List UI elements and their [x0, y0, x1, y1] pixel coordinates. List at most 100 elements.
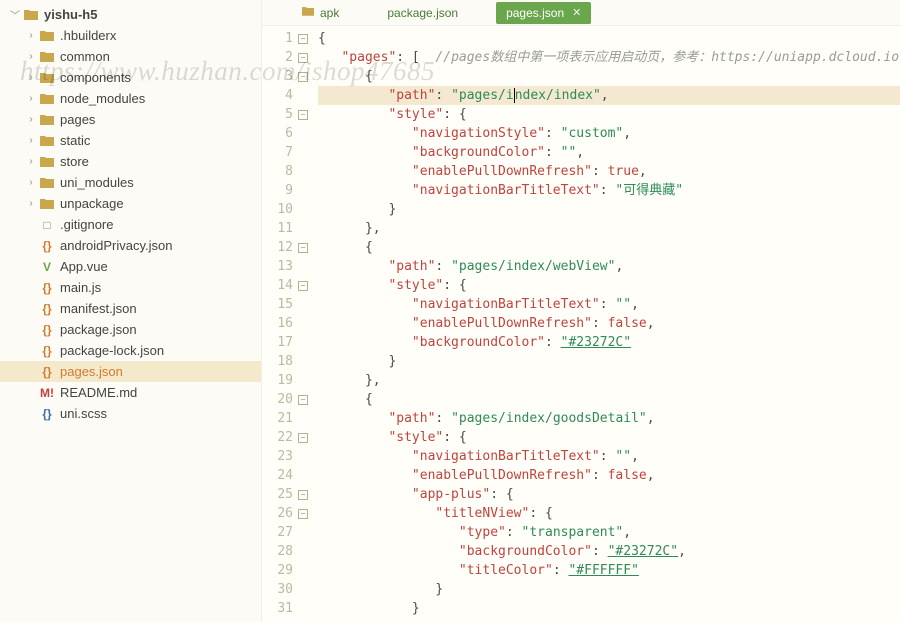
code-line[interactable]: }	[318, 599, 900, 618]
line-number: 19	[277, 371, 293, 390]
line-number: 31	[277, 599, 293, 618]
fold-icon[interactable]: −	[298, 433, 308, 443]
editor-tab[interactable]: apk	[292, 2, 349, 24]
line-number: 2	[285, 48, 293, 67]
tree-file-item[interactable]: VApp.vue	[0, 256, 261, 277]
code-line[interactable]: "backgroundColor": "#23272C"	[318, 333, 900, 352]
tree-file-item[interactable]: M!README.md	[0, 382, 261, 403]
tree-folder-item[interactable]: ›components	[0, 67, 261, 88]
tree-file-item[interactable]: {}package-lock.json	[0, 340, 261, 361]
code-line[interactable]: "app-plus": {	[318, 485, 900, 504]
code-line[interactable]: "enablePullDownRefresh": false,	[318, 466, 900, 485]
tree-folder-item[interactable]: ›common	[0, 46, 261, 67]
code-area[interactable]: 1−2−3−45−6789101112−1314−151617181920−21…	[262, 26, 900, 622]
fold-icon[interactable]: −	[298, 34, 308, 44]
tree-file-item[interactable]: {}pages.json	[0, 361, 261, 382]
tree-file-item[interactable]: {}package.json	[0, 319, 261, 340]
tree-folder-item[interactable]: ›pages	[0, 109, 261, 130]
gutter-row: 10	[262, 200, 308, 219]
tree-file-item[interactable]: {}manifest.json	[0, 298, 261, 319]
folder-icon	[39, 70, 55, 86]
tree-file-item[interactable]: {}uni.scss	[0, 403, 261, 424]
gutter-row: 29	[262, 561, 308, 580]
code-line[interactable]: "navigationBarTitleText": "可得典藏"	[318, 181, 900, 200]
line-number: 5	[285, 105, 293, 124]
editor-tabs: apk package.json pages.json ✕	[262, 0, 900, 26]
code-line[interactable]: {	[318, 29, 900, 48]
code-line[interactable]: "enablePullDownRefresh": true,	[318, 162, 900, 181]
folder-icon	[39, 133, 55, 149]
gutter-row: 8	[262, 162, 308, 181]
code-line[interactable]: },	[318, 371, 900, 390]
fold-icon[interactable]: −	[298, 110, 308, 120]
fold-icon[interactable]: −	[298, 281, 308, 291]
code-line[interactable]: {	[318, 238, 900, 257]
tree-item-label: components	[60, 70, 131, 85]
fold-icon[interactable]: −	[298, 395, 308, 405]
tree-file-item[interactable]: □.gitignore	[0, 214, 261, 235]
fold-icon[interactable]: −	[298, 72, 308, 82]
chevron-right-icon: ›	[26, 135, 36, 146]
fold-icon[interactable]: −	[298, 243, 308, 253]
editor-tab[interactable]: package.json	[377, 2, 468, 24]
code-line[interactable]: "path": "pages/index/webView",	[318, 257, 900, 276]
code-line[interactable]: "titleNView": {	[318, 504, 900, 523]
line-number: 17	[277, 333, 293, 352]
gutter-row: 7	[262, 143, 308, 162]
code-line[interactable]: {	[318, 390, 900, 409]
tree-file-item[interactable]: {} main.js	[0, 277, 261, 298]
editor-tab[interactable]: pages.json ✕	[496, 2, 591, 24]
tree-folder-item[interactable]: ›uni_modules	[0, 172, 261, 193]
code-line[interactable]: {	[318, 67, 900, 86]
code-line[interactable]: "titleColor": "#FFFFFF"	[318, 561, 900, 580]
tree-folder-item[interactable]: ›unpackage	[0, 193, 261, 214]
code-line[interactable]: "path": "pages/index/index",	[318, 86, 900, 105]
line-number: 7	[285, 143, 293, 162]
line-number: 30	[277, 580, 293, 599]
code-line[interactable]: "style": {	[318, 105, 900, 124]
code-line[interactable]: "navigationStyle": "custom",	[318, 124, 900, 143]
tree-item-label: App.vue	[60, 259, 108, 274]
code-line[interactable]: "type": "transparent",	[318, 523, 900, 542]
file-icon: {}	[39, 364, 55, 380]
code-line[interactable]: "backgroundColor": "#23272C",	[318, 542, 900, 561]
file-icon: {}	[39, 406, 55, 422]
tree-folder-item[interactable]: ›node_modules	[0, 88, 261, 109]
project-name: yishu-h5	[44, 7, 97, 22]
fold-icon[interactable]: −	[298, 509, 308, 519]
gutter-row: 26−	[262, 504, 308, 523]
gutter-row: 5−	[262, 105, 308, 124]
code-line[interactable]: "navigationBarTitleText": "",	[318, 295, 900, 314]
tree-folder-item[interactable]: ›.hbuilderx	[0, 25, 261, 46]
code-line[interactable]: "style": {	[318, 428, 900, 447]
tree-root-item[interactable]: ﹀ yishu-h5	[0, 4, 261, 25]
fold-icon[interactable]: −	[298, 53, 308, 63]
gutter-row: 4	[262, 86, 308, 105]
code-content[interactable]: { "pages": [ //pages数组中第一项表示应用启动页，参考：htt…	[312, 26, 900, 622]
line-number: 21	[277, 409, 293, 428]
code-line[interactable]: }	[318, 580, 900, 599]
tree-folder-item[interactable]: ›store	[0, 151, 261, 172]
tree-folder-item[interactable]: ›static	[0, 130, 261, 151]
code-line[interactable]: }	[318, 200, 900, 219]
gutter-row: 27	[262, 523, 308, 542]
chevron-right-icon: ›	[26, 93, 36, 104]
line-number: 10	[277, 200, 293, 219]
code-line[interactable]: "backgroundColor": "",	[318, 143, 900, 162]
tree-file-item[interactable]: {}androidPrivacy.json	[0, 235, 261, 256]
code-line[interactable]: "pages": [ //pages数组中第一项表示应用启动页，参考：https…	[318, 48, 900, 67]
fold-icon[interactable]: −	[298, 490, 308, 500]
code-line[interactable]: "path": "pages/index/goodsDetail",	[318, 409, 900, 428]
code-line[interactable]: "style": {	[318, 276, 900, 295]
tree-item-label: main.js	[60, 280, 101, 295]
code-line[interactable]: }	[318, 352, 900, 371]
line-number: 29	[277, 561, 293, 580]
tab-label: pages.json	[506, 6, 564, 20]
code-line[interactable]: "navigationBarTitleText": "",	[318, 447, 900, 466]
close-icon[interactable]: ✕	[572, 6, 581, 19]
line-number: 12	[277, 238, 293, 257]
code-line[interactable]: "enablePullDownRefresh": false,	[318, 314, 900, 333]
code-line[interactable]: },	[318, 219, 900, 238]
chevron-right-icon: ›	[26, 177, 36, 188]
file-icon: {}	[39, 280, 55, 296]
